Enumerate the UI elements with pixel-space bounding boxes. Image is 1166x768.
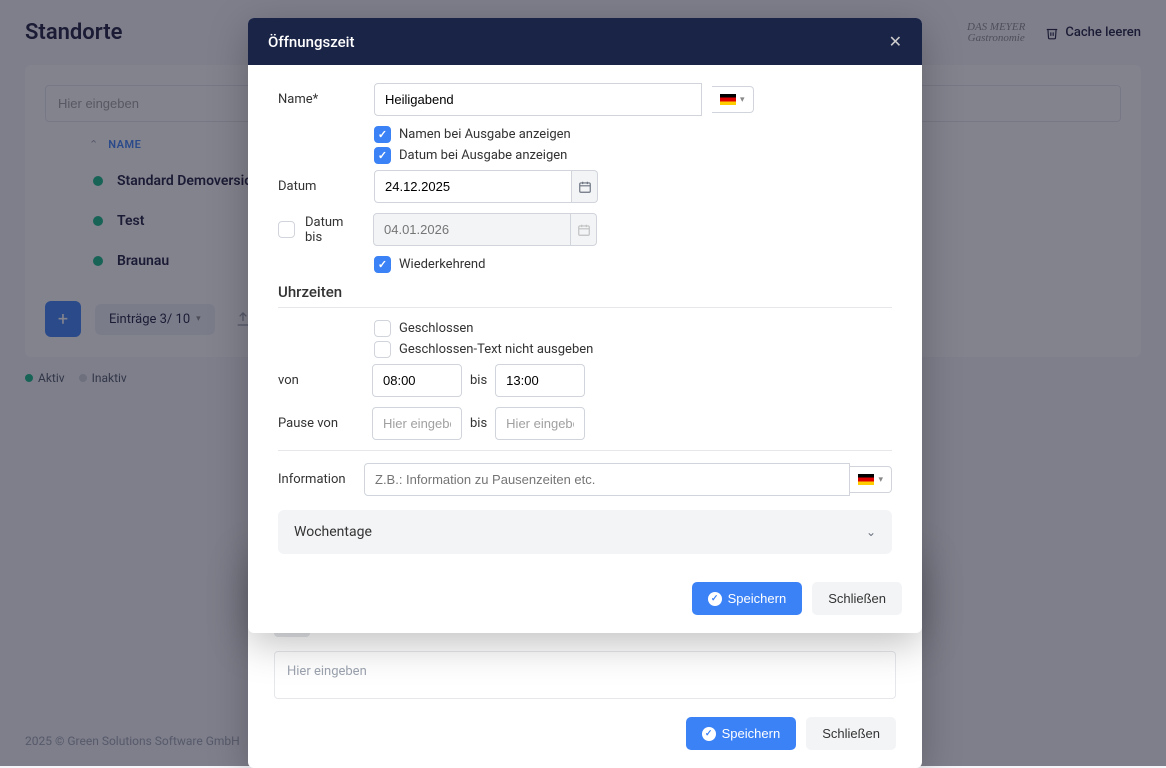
flag-de-icon — [720, 94, 736, 105]
date-label: Datum — [278, 179, 364, 194]
name-language-selector[interactable]: ▾ — [712, 86, 754, 113]
show-name-checkbox[interactable] — [374, 126, 391, 143]
pause-to-input[interactable] — [495, 407, 585, 440]
opening-hours-modal: Öffnungszeit ✕ Name* ▾ Namen bei Ausgabe… — [248, 18, 922, 633]
closed-no-text-label: Geschlossen-Text nicht ausgeben — [399, 342, 593, 357]
info-input[interactable] — [364, 463, 850, 496]
from-label: von — [278, 373, 364, 388]
info-language-selector[interactable]: ▾ — [850, 466, 892, 493]
recurring-label: Wiederkehrend — [399, 257, 485, 272]
date-input[interactable] — [374, 170, 572, 203]
times-section-title: Uhrzeiten — [278, 283, 892, 301]
pause-from-input[interactable] — [372, 407, 462, 440]
show-date-label: Datum bei Ausgabe anzeigen — [399, 148, 567, 163]
date-to-picker-button — [571, 213, 597, 246]
recurring-checkbox[interactable] — [374, 256, 391, 273]
time-from-input[interactable] — [372, 364, 462, 397]
closed-no-text-checkbox[interactable] — [374, 341, 391, 358]
name-input[interactable] — [374, 83, 702, 116]
show-date-checkbox[interactable] — [374, 147, 391, 164]
date-to-input — [373, 213, 571, 246]
pause-from-label: Pause von — [278, 416, 364, 431]
time-to-input[interactable] — [495, 364, 585, 397]
weekdays-title: Wochentage — [294, 524, 372, 540]
close-button[interactable]: Schließen — [812, 582, 902, 615]
calendar-icon — [577, 223, 591, 237]
show-name-label: Namen bei Ausgabe anzeigen — [399, 127, 571, 142]
closed-checkbox[interactable] — [374, 320, 391, 337]
date-to-label: Datum bis — [305, 215, 363, 245]
date-to-enable-checkbox[interactable] — [278, 221, 295, 238]
editor-save-button[interactable]: ✓Speichern — [686, 717, 797, 750]
to-label: bis — [470, 373, 487, 388]
modal-title: Öffnungszeit — [268, 33, 354, 51]
editor-close-button[interactable]: Schließen — [806, 717, 896, 750]
close-icon[interactable]: ✕ — [889, 32, 902, 51]
info-label: Information — [278, 472, 364, 487]
closed-label: Geschlossen — [399, 321, 474, 336]
editor-textarea[interactable]: Hier eingeben — [274, 651, 896, 699]
chevron-down-icon: ⌄ — [866, 525, 876, 539]
weekdays-accordion[interactable]: Wochentage ⌄ — [278, 510, 892, 554]
date-picker-button[interactable] — [572, 170, 598, 203]
save-button[interactable]: ✓Speichern — [692, 582, 803, 615]
check-circle-icon: ✓ — [708, 592, 722, 606]
name-label: Name* — [278, 92, 364, 107]
calendar-icon — [578, 180, 592, 194]
flag-de-icon — [858, 474, 874, 485]
pause-to-label: bis — [470, 416, 487, 431]
